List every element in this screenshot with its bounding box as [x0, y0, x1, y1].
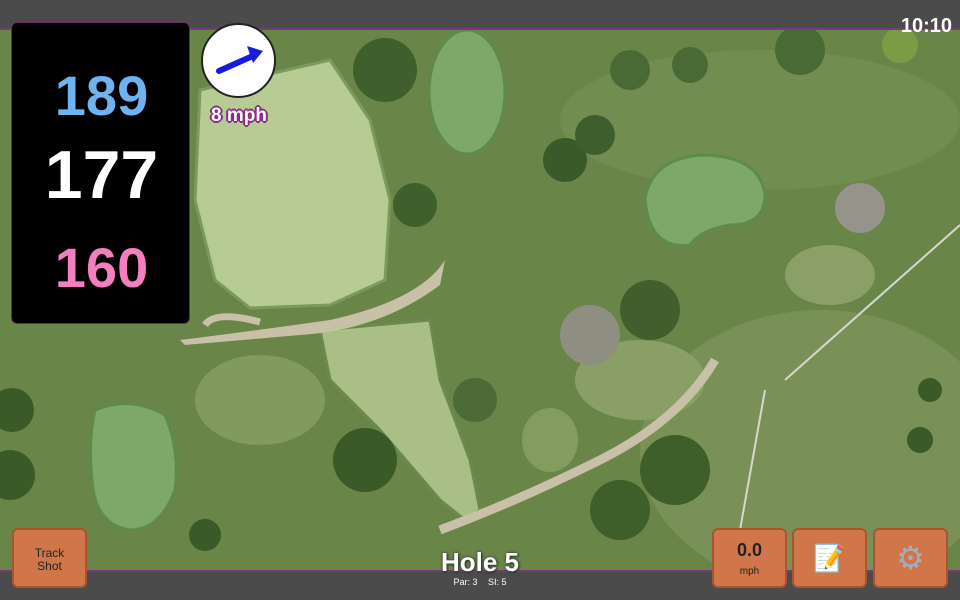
middle-yardage: 177: [44, 137, 159, 213]
hole-title: Hole 5: [440, 547, 520, 577]
track-shot-button[interactable]: Track Shot: [12, 528, 87, 588]
wind-speed-label: 8 mph: [211, 105, 267, 126]
yardage-panel: 189 177 160: [11, 22, 190, 324]
back-yardage: 189: [54, 64, 149, 127]
notes-button[interactable]: 📝: [792, 528, 867, 588]
track-shot-label-line1: Track: [34, 546, 65, 560]
hole-stroke-index: SI: 5: [488, 577, 507, 587]
front-yardage: 160: [54, 236, 149, 299]
hole-info: Par: 3 SI: 5: [380, 577, 580, 587]
notepad-icon: 📝: [813, 543, 846, 573]
hole-par: Par: 3: [453, 577, 478, 587]
speed-value: 0.0: [736, 540, 763, 560]
track-shot-label-line2: Shot: [37, 559, 62, 573]
arrow-icon: [216, 46, 263, 74]
wind-direction-indicator: [201, 23, 276, 98]
golf-gps-app: 10:10 189 177 160 8 mph Track Shot Hole …: [0, 0, 960, 600]
speed-unit: mph: [739, 566, 760, 577]
settings-button[interactable]: ⚙: [873, 528, 948, 588]
speed-button[interactable]: 0.0 mph: [712, 528, 787, 588]
gear-icon: ⚙: [896, 540, 925, 576]
status-clock: 10:10: [900, 15, 952, 37]
